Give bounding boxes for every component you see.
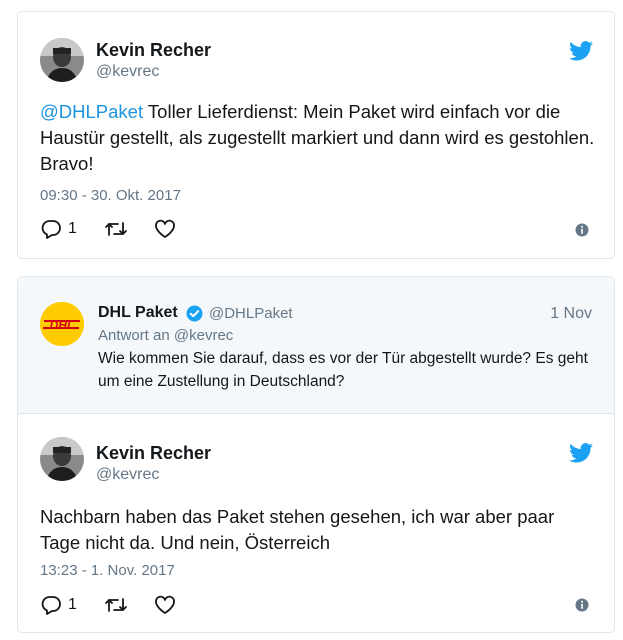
timestamp[interactable]: 09:30 - 30. Okt. 2017 — [40, 187, 181, 204]
info-icon[interactable] — [575, 223, 589, 237]
tweet-text: Nachbarn haben das Paket stehen gesehen,… — [40, 506, 555, 553]
reply-count: 1 — [68, 220, 77, 237]
twitter-bird-icon[interactable] — [569, 41, 593, 61]
like-icon — [155, 595, 175, 614]
retweet-icon — [105, 222, 127, 236]
reply-to-handle[interactable]: @kevrec — [174, 327, 233, 344]
author-name[interactable]: Kevin Recher — [96, 40, 211, 61]
reply-icon — [41, 596, 61, 615]
dhl-logo[interactable]: DHL — [40, 302, 84, 346]
like-button[interactable] — [154, 219, 176, 239]
reply-icon — [41, 220, 61, 239]
reply-count: 1 — [68, 596, 77, 613]
quote-author-name[interactable]: DHL Paket — [98, 304, 178, 322]
avatar[interactable] — [40, 437, 84, 481]
author-name[interactable]: Kevin Recher — [96, 443, 211, 464]
author-handle[interactable]: @kevrec — [96, 466, 159, 484]
like-button[interactable] — [154, 595, 176, 615]
timestamp[interactable]: 13:23 - 1. Nov. 2017 — [40, 562, 175, 579]
quote-text: Wie kommen Sie darauf, dass es vor der T… — [98, 350, 588, 390]
author-handle[interactable]: @kevrec — [96, 63, 159, 81]
reply-button[interactable]: 1 — [40, 595, 77, 615]
svg-text:DHL: DHL — [50, 318, 75, 332]
tweet-text: @DHLPaket Toller Lieferdienst: Mein Pake… — [40, 99, 600, 177]
reply-to-line: Antwort an @kevrec — [98, 327, 233, 344]
verified-badge-icon — [186, 305, 203, 322]
quoted-reply[interactable]: DHL DHL Paket @DHLPaket 1 Nov Antwort an… — [18, 277, 614, 414]
quote-author-handle[interactable]: @DHLPaket — [209, 305, 293, 322]
retweet-button[interactable] — [104, 596, 128, 614]
tweet-card-1: Kevin Recher @kevrec @DHLPaket Toller Li… — [17, 11, 615, 259]
like-icon — [155, 219, 175, 238]
retweet-button[interactable] — [104, 220, 128, 238]
reply-to-prefix: Antwort an — [98, 327, 174, 344]
quote-date[interactable]: 1 Nov — [550, 305, 592, 323]
reply-button[interactable]: 1 — [40, 219, 77, 239]
retweet-icon — [105, 598, 127, 612]
avatar[interactable] — [40, 38, 84, 82]
tweet-card-2: DHL DHL Paket @DHLPaket 1 Nov Antwort an… — [17, 276, 615, 633]
mention-link[interactable]: @DHLPaket — [40, 101, 143, 122]
twitter-bird-icon[interactable] — [569, 443, 593, 463]
info-icon[interactable] — [575, 598, 589, 612]
